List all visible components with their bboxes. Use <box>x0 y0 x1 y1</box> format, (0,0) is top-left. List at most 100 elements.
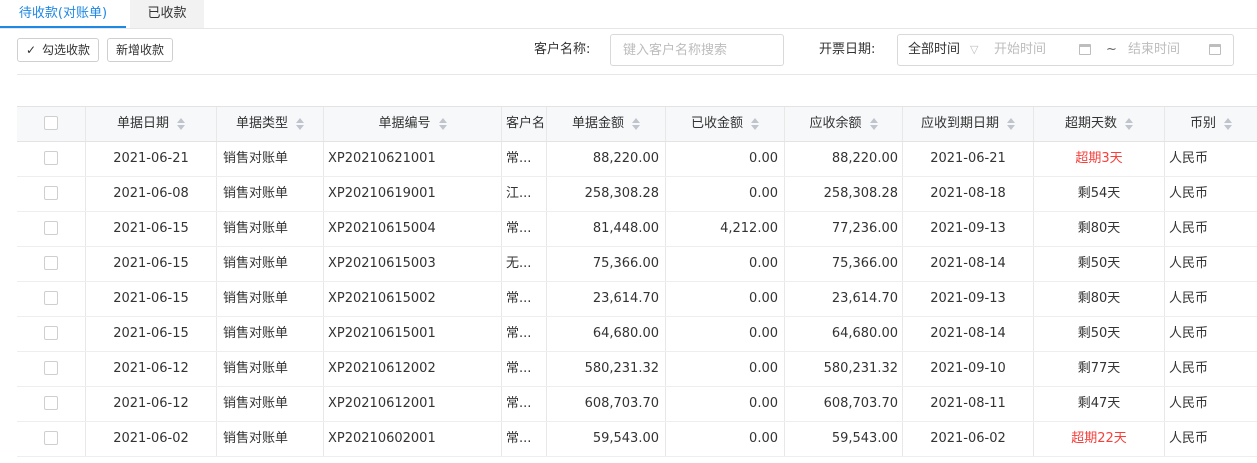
sort-icon[interactable] <box>438 117 447 130</box>
cell-balance: 59,543.00 <box>785 422 903 456</box>
customer-filter-label: 客户名称: <box>534 42 591 57</box>
column-header[interactable]: 单据编号 <box>324 107 502 141</box>
cell-currency: 人民币 <box>1169 291 1209 306</box>
cell-doc-no: XP20210615003 <box>324 247 502 281</box>
new-collect-button[interactable]: 新增收款 <box>107 38 173 62</box>
table-row[interactable]: 2021-06-15 销售对账单 XP20210615001 常... 64,6… <box>17 317 1257 352</box>
customer-search-box <box>610 34 784 66</box>
cell-received: 0.00 <box>666 387 785 421</box>
table-row[interactable]: 2021-06-15 销售对账单 XP20210615002 常... 23,6… <box>17 282 1257 317</box>
cell-overdue-days: 剩50天 <box>1034 317 1165 351</box>
cell-date: 2021-06-08 <box>86 177 217 211</box>
cell-type: 销售对账单 <box>217 142 324 176</box>
cell-overdue-days: 剩80天 <box>1034 212 1165 246</box>
customer-search-input[interactable] <box>621 35 775 65</box>
cell-balance: 258,308.28 <box>785 177 903 211</box>
column-header[interactable]: 超期天数 <box>1034 107 1165 141</box>
cell-date: 2021-06-12 <box>86 387 217 421</box>
table-row[interactable]: 2021-06-12 销售对账单 XP20210612001 常... 608,… <box>17 387 1257 422</box>
cell-amount: 258,308.28 <box>547 177 666 211</box>
row-checkbox[interactable] <box>44 151 58 165</box>
cell-date: 2021-06-15 <box>86 282 217 316</box>
row-checkbox[interactable] <box>44 186 58 200</box>
column-header[interactable]: 单据类型 <box>217 107 324 141</box>
cell-customer: 常... <box>502 212 547 246</box>
chevron-down-icon[interactable]: ▽ <box>970 35 978 65</box>
table-header: 单据日期 单据类型 单据编号 客户名 单据金额 已收金额 应收余额 应收到期日期… <box>17 107 1257 142</box>
row-checkbox[interactable] <box>44 326 58 340</box>
column-header[interactable]: 应收余额 <box>785 107 903 141</box>
cell-doc-no: XP20210612002 <box>324 352 502 386</box>
cell-overdue-days: 剩80天 <box>1034 282 1165 316</box>
cell-customer: 常... <box>502 387 547 421</box>
toolbar-divider <box>17 74 1257 107</box>
date-range-separator: ~ <box>1106 42 1117 57</box>
sort-icon[interactable] <box>869 117 878 130</box>
row-checkbox[interactable] <box>44 221 58 235</box>
cell-type: 销售对账单 <box>217 317 324 351</box>
cell-date: 2021-06-15 <box>86 247 217 281</box>
table-row[interactable]: 2021-06-08 销售对账单 XP20210619001 江... 258,… <box>17 177 1257 212</box>
sort-icon[interactable] <box>177 117 185 130</box>
calendar-icon[interactable] <box>1079 44 1091 55</box>
table-row[interactable]: 2021-06-02 销售对账单 XP20210602001 常... 59,5… <box>17 422 1257 457</box>
tab-bar: 待收款(对账单) 已收款 <box>0 0 1257 29</box>
cell-date: 2021-06-15 <box>86 212 217 246</box>
row-checkbox[interactable] <box>44 361 58 375</box>
cell-doc-no: XP20210615004 <box>324 212 502 246</box>
cell-due-date: 2021-09-10 <box>903 352 1034 386</box>
table-row[interactable]: 2021-06-21 销售对账单 XP20210621001 常... 88,2… <box>17 142 1257 177</box>
cell-amount: 75,366.00 <box>547 247 666 281</box>
cell-due-date: 2021-08-11 <box>903 387 1034 421</box>
end-date-input[interactable]: 结束时间 <box>1128 35 1180 65</box>
cell-overdue-days: 剩50天 <box>1034 247 1165 281</box>
cell-customer: 江... <box>502 177 547 211</box>
cell-doc-no: XP20210615002 <box>324 282 502 316</box>
cell-customer: 常... <box>502 317 547 351</box>
sort-icon[interactable] <box>1007 117 1015 130</box>
cell-doc-no: XP20210612001 <box>324 387 502 421</box>
cell-due-date: 2021-08-14 <box>903 317 1034 351</box>
cell-type: 销售对账单 <box>217 282 324 316</box>
cell-amount: 64,680.00 <box>547 317 666 351</box>
sort-icon[interactable] <box>632 117 640 130</box>
cell-amount: 81,448.00 <box>547 212 666 246</box>
row-checkbox[interactable] <box>44 256 58 270</box>
check-collect-button[interactable]: ✓ 勾选收款 <box>17 38 99 62</box>
tab-pending-collection[interactable]: 待收款(对账单) <box>0 0 126 28</box>
table-row[interactable]: 2021-06-15 销售对账单 XP20210615003 无... 75,3… <box>17 247 1257 282</box>
cell-received: 0.00 <box>666 317 785 351</box>
column-header[interactable]: 币别 <box>1165 107 1257 141</box>
sort-icon[interactable] <box>751 117 759 130</box>
select-all-checkbox[interactable] <box>44 116 58 130</box>
cell-type: 销售对账单 <box>217 352 324 386</box>
start-date-input[interactable]: 开始时间 <box>994 35 1046 65</box>
tab-collected[interactable]: 已收款 <box>130 0 204 28</box>
cell-doc-no: XP20210619001 <box>324 177 502 211</box>
receivables-table: 单据日期 单据类型 单据编号 客户名 单据金额 已收金额 应收余额 应收到期日期… <box>17 106 1257 463</box>
cell-due-date: 2021-09-13 <box>903 282 1034 316</box>
column-header[interactable]: 单据金额 <box>547 107 666 141</box>
column-header[interactable]: 应收到期日期 <box>903 107 1034 141</box>
cell-overdue-days: 剩54天 <box>1034 177 1165 211</box>
row-checkbox[interactable] <box>44 396 58 410</box>
sort-icon[interactable] <box>1125 117 1133 130</box>
cell-type: 销售对账单 <box>217 422 324 456</box>
cell-due-date: 2021-08-18 <box>903 177 1034 211</box>
cell-currency: 人民币 <box>1169 256 1209 271</box>
column-header[interactable]: 客户名 <box>502 107 547 141</box>
row-checkbox[interactable] <box>44 431 58 445</box>
table-row[interactable]: 2021-06-12 销售对账单 XP20210612002 常... 580,… <box>17 352 1257 387</box>
sort-icon[interactable] <box>1224 117 1232 130</box>
date-range-select[interactable]: 全部时间 <box>908 35 960 65</box>
sort-icon[interactable] <box>296 117 304 130</box>
row-checkbox[interactable] <box>44 291 58 305</box>
table-row[interactable]: 2021-06-15 销售对账单 XP20210615004 常... 81,4… <box>17 212 1257 247</box>
column-header[interactable]: 单据日期 <box>86 107 217 141</box>
cell-received: 0.00 <box>666 247 785 281</box>
cell-balance: 88,220.00 <box>785 142 903 176</box>
column-header[interactable]: 已收金额 <box>666 107 785 141</box>
cell-date: 2021-06-02 <box>86 422 217 456</box>
calendar-icon[interactable] <box>1209 44 1221 55</box>
cell-currency: 人民币 <box>1169 396 1209 411</box>
